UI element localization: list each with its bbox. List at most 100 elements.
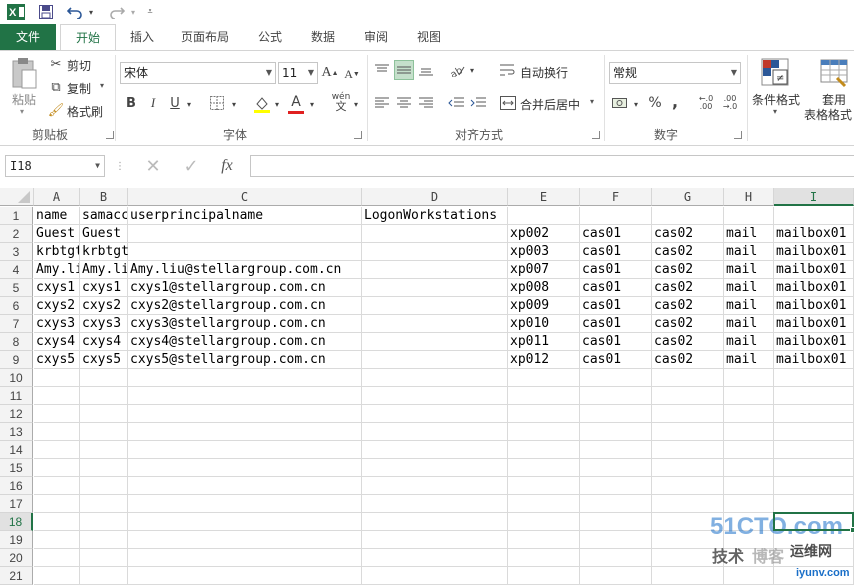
cell-b5[interactable]: cxys1 <box>80 279 128 297</box>
cut-button[interactable]: 剪切 <box>67 57 91 74</box>
cell-e20[interactable] <box>508 549 580 567</box>
cell-f9[interactable]: cas01 <box>580 351 652 369</box>
font-color-icon[interactable]: A <box>286 93 306 115</box>
cell-b2[interactable]: Guest <box>80 225 128 243</box>
cell-i13[interactable] <box>774 423 854 441</box>
cell-h16[interactable] <box>724 477 774 495</box>
cell-c20[interactable] <box>128 549 362 567</box>
comma-button[interactable]: , <box>668 92 682 111</box>
font-name-select[interactable]: 宋体 ▼ <box>120 62 276 84</box>
cell-f18[interactable] <box>580 513 652 531</box>
cell-a3[interactable]: krbtgt <box>34 243 80 261</box>
cell-d18[interactable] <box>362 513 508 531</box>
cell-b17[interactable] <box>80 495 128 513</box>
decrease-font-icon[interactable]: A ▼ <box>344 65 360 83</box>
cell-i2[interactable]: mailbox01 <box>774 225 854 243</box>
cell-a17[interactable] <box>34 495 80 513</box>
decrease-indent-icon[interactable] <box>446 94 466 112</box>
cell-e16[interactable] <box>508 477 580 495</box>
cell-a9[interactable]: cxys5 <box>34 351 80 369</box>
conditional-format-button[interactable]: 条件格式 <box>752 91 800 108</box>
row-header[interactable]: 14 <box>0 441 33 459</box>
increase-indent-icon[interactable] <box>468 94 488 112</box>
align-middle-icon[interactable] <box>394 60 414 80</box>
row-header[interactable]: 12 <box>0 405 33 423</box>
cell-c18[interactable] <box>128 513 362 531</box>
name-box[interactable]: I18 ▼ <box>5 155 105 177</box>
alignment-launcher-icon[interactable] <box>592 131 600 139</box>
cell-b20[interactable] <box>80 549 128 567</box>
cell-g13[interactable] <box>652 423 724 441</box>
cell-b15[interactable] <box>80 459 128 477</box>
cell-f10[interactable] <box>580 369 652 387</box>
cell-c12[interactable] <box>128 405 362 423</box>
cell-b11[interactable] <box>80 387 128 405</box>
cell-d2[interactable] <box>362 225 508 243</box>
cell-f13[interactable] <box>580 423 652 441</box>
cell-e13[interactable] <box>508 423 580 441</box>
row-header[interactable]: 18 <box>0 513 33 531</box>
cell-a15[interactable] <box>34 459 80 477</box>
cell-g15[interactable] <box>652 459 724 477</box>
cell-h10[interactable] <box>724 369 774 387</box>
cell-f7[interactable]: cas01 <box>580 315 652 333</box>
cell-f11[interactable] <box>580 387 652 405</box>
cell-d4[interactable] <box>362 261 508 279</box>
copy-dropdown-icon[interactable]: ▾ <box>100 81 104 90</box>
row-header[interactable]: 5 <box>0 279 33 297</box>
cell-b13[interactable] <box>80 423 128 441</box>
cell-f21[interactable] <box>580 567 652 585</box>
row-header[interactable]: 15 <box>0 459 33 477</box>
cell-g8[interactable]: cas02 <box>652 333 724 351</box>
cell-i14[interactable] <box>774 441 854 459</box>
cell-i10[interactable] <box>774 369 854 387</box>
cell-a6[interactable]: cxys2 <box>34 297 80 315</box>
row-header[interactable]: 2 <box>0 225 33 243</box>
cell-c3[interactable] <box>128 243 362 261</box>
formula-bar-grip-icon[interactable]: ⋮ <box>115 157 125 175</box>
cell-e21[interactable] <box>508 567 580 585</box>
cell-d19[interactable] <box>362 531 508 549</box>
cell-b14[interactable] <box>80 441 128 459</box>
bold-button[interactable]: B <box>123 94 139 112</box>
currency-dropdown-icon[interactable]: ▾ <box>632 95 640 113</box>
row-header[interactable]: 7 <box>0 315 33 333</box>
paste-icon[interactable] <box>8 57 40 91</box>
row-header[interactable]: 11 <box>0 387 33 405</box>
cell-h12[interactable] <box>724 405 774 423</box>
tab-home[interactable]: 开始 <box>60 24 116 51</box>
cell-i7[interactable]: mailbox01 <box>774 315 854 333</box>
cell-f2[interactable]: cas01 <box>580 225 652 243</box>
cell-a21[interactable] <box>34 567 80 585</box>
cell-d17[interactable] <box>362 495 508 513</box>
cell-d16[interactable] <box>362 477 508 495</box>
row-header[interactable]: 10 <box>0 369 33 387</box>
cell-e19[interactable] <box>508 531 580 549</box>
cell-e5[interactable]: xp008 <box>508 279 580 297</box>
cell-f17[interactable] <box>580 495 652 513</box>
undo-icon[interactable] <box>64 3 86 21</box>
cell-a4[interactable]: Amy.liu <box>34 261 80 279</box>
font-size-select[interactable]: 11 ▼ <box>278 62 318 84</box>
redo-dropdown-icon[interactable]: ▾ <box>128 3 138 21</box>
cell-f5[interactable]: cas01 <box>580 279 652 297</box>
increase-decimal-icon[interactable]: ←.0.00 <box>696 93 716 113</box>
customize-qat-icon[interactable]: ⩡ <box>144 3 156 21</box>
cell-d3[interactable] <box>362 243 508 261</box>
cell-a5[interactable]: cxys1 <box>34 279 80 297</box>
cell-b6[interactable]: cxys2 <box>80 297 128 315</box>
cell-c21[interactable] <box>128 567 362 585</box>
cell-g7[interactable]: cas02 <box>652 315 724 333</box>
cell-c11[interactable] <box>128 387 362 405</box>
underline-dropdown-icon[interactable]: ▾ <box>185 95 193 113</box>
cell-a11[interactable] <box>34 387 80 405</box>
cell-b10[interactable] <box>80 369 128 387</box>
cell-c16[interactable] <box>128 477 362 495</box>
row-header[interactable]: 4 <box>0 261 33 279</box>
cell-c19[interactable] <box>128 531 362 549</box>
tab-insert[interactable]: 插入 <box>122 24 162 50</box>
cell-g14[interactable] <box>652 441 724 459</box>
fill-handle[interactable] <box>850 527 854 533</box>
cell-d7[interactable] <box>362 315 508 333</box>
cell-g4[interactable]: cas02 <box>652 261 724 279</box>
